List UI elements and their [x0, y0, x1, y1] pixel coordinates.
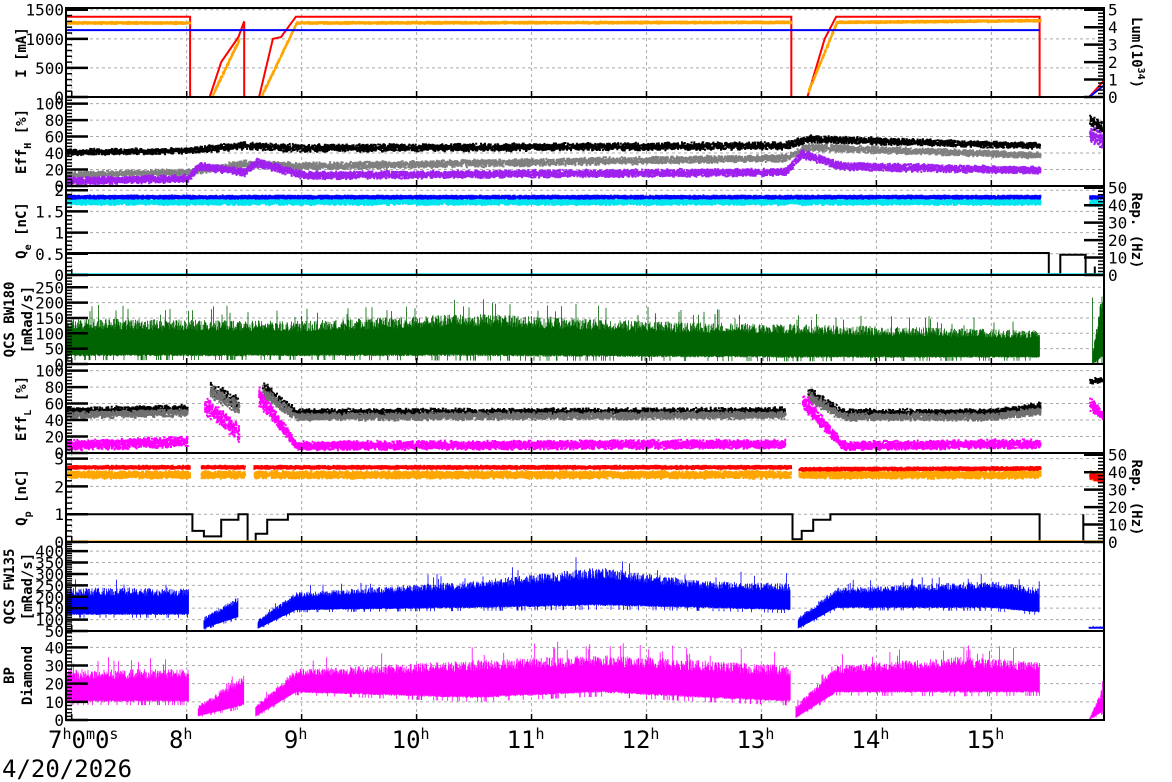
y-tick-label: 0.5 — [35, 245, 64, 264]
y-tick-label: 30 — [45, 657, 64, 676]
panel-fw135: 50100150200250300350400QCS FW135 [mRad/s] — [2, 542, 1104, 641]
x-tick-label: 7h0m0s — [48, 725, 118, 754]
panel-effh: 020406080100EffH [%] — [14, 95, 1106, 196]
y-tick-label: 1500 — [25, 1, 64, 20]
y-axis-label: Qp [nC] — [14, 469, 34, 526]
y-tick-label: 20 — [45, 161, 64, 180]
y-tick-label: 40 — [45, 638, 64, 657]
right-tick-label: 40 — [1108, 196, 1127, 215]
y-tick-label: 20 — [45, 675, 64, 694]
series-rep-rate-black — [66, 253, 1095, 274]
panel-frame — [66, 364, 1104, 453]
y-tick-label: 100 — [35, 95, 64, 114]
x-tick-label: 10h — [392, 725, 430, 754]
right-tick-label: 30 — [1108, 214, 1127, 233]
y-tick-label: 20 — [45, 428, 64, 447]
y-axis-label-line2: [mRad/s] — [20, 286, 36, 353]
panel-bw180: 050100150200250QCS BW180 [mRad/s] — [2, 275, 1104, 374]
right-tick-label: 30 — [1108, 481, 1127, 500]
y-tick-label: 60 — [45, 128, 64, 147]
right-tick-label: 50 — [1108, 179, 1127, 198]
y-axis-label-line2: [mRad/s] — [20, 553, 36, 620]
series-group — [66, 465, 1106, 542]
y-tick-label: 40 — [45, 144, 64, 163]
y-axis-label: QCS FW135 — [2, 549, 18, 625]
y-axis-label: EffH [%] — [14, 109, 34, 174]
panel-current: 050010001500I [mA]012345Lum(1034) — [14, 1, 1146, 107]
y-tick-label: 100 — [35, 362, 64, 381]
x-tick-label: 12h — [622, 725, 660, 754]
panel-diamond: 010203040BP Diamond — [2, 631, 1104, 730]
y-tick-label: 1 — [54, 224, 64, 243]
series-group — [66, 17, 1104, 97]
y-tick-label: 2 — [54, 477, 64, 496]
series-group — [66, 377, 1106, 451]
y-tick-label: 3 — [54, 450, 64, 469]
date-label: 4/20/2026 — [2, 755, 132, 782]
series-bp-diamond — [66, 642, 1104, 720]
series-group — [66, 642, 1104, 720]
series-group — [66, 115, 1106, 186]
series-rep-rate-black — [66, 514, 1083, 541]
right-axis-label: Lum(1034) — [1128, 17, 1146, 88]
y-axis-label: QCS BW180 — [2, 282, 18, 358]
y-tick-label: 1 — [54, 505, 64, 524]
x-tick-label: 15h — [966, 725, 1004, 754]
y-axis-label: EffL [%] — [14, 376, 34, 441]
series-ler-current — [66, 17, 1104, 97]
series-qp-orange — [66, 470, 1106, 482]
right-tick-label: 20 — [1108, 231, 1127, 250]
series-qcs-bw180 — [66, 297, 1104, 366]
right-tick-label: 3 — [1108, 36, 1118, 55]
series-qcs-fw135 — [66, 557, 1104, 629]
y-tick-label: 1000 — [25, 30, 64, 49]
right-tick-label: 5 — [1108, 1, 1118, 20]
panel-effl: 020406080100EffL [%] — [14, 362, 1106, 463]
x-tick-label: 8h — [169, 725, 192, 754]
x-tick-label: 14h — [851, 725, 889, 754]
panel-qp: 0123Qp [nC]01020304050Rep. (Hz) — [14, 446, 1144, 552]
y-tick-label: 40 — [45, 411, 64, 430]
y-tick-label: 500 — [35, 59, 64, 78]
right-tick-label: 4 — [1108, 18, 1118, 37]
series-group — [66, 195, 1106, 275]
y-axis-label-line2: Diamond — [20, 646, 36, 705]
right-tick-label: 0 — [1108, 266, 1118, 285]
right-tick-label: 10 — [1108, 249, 1127, 268]
y-tick-label: 250 — [35, 278, 64, 297]
chart: 050010001500I [mA]012345Lum(1034)0204060… — [0, 0, 1172, 782]
y-axis-label: I [mA] — [14, 27, 30, 78]
y-tick-label: 80 — [45, 111, 64, 130]
series-group — [66, 557, 1104, 629]
y-axis-label: BP — [2, 667, 18, 684]
x-tick-label: 11h — [507, 725, 545, 754]
x-tick-label: 13h — [736, 725, 774, 754]
y-tick-label: 400 — [35, 542, 64, 561]
right-tick-label: 50 — [1108, 446, 1127, 465]
y-axis-label: Qe [nC] — [14, 202, 34, 259]
y-tick-label: 10 — [45, 693, 64, 712]
right-tick-label: 2 — [1108, 53, 1118, 72]
right-tick-label: 20 — [1108, 498, 1127, 517]
right-tick-label: 0 — [1108, 88, 1118, 107]
right-tick-label: 1 — [1108, 71, 1118, 90]
right-tick-label: 40 — [1108, 463, 1127, 482]
y-tick-label: 80 — [45, 378, 64, 397]
y-tick-label: 60 — [45, 395, 64, 414]
x-tick-label: 9h — [284, 725, 307, 754]
panel-qe: 00.511.52Qe [nC]01020304050Rep. (Hz) — [14, 179, 1144, 285]
right-tick-label: 10 — [1108, 516, 1127, 535]
right-tick-label: 0 — [1108, 533, 1118, 552]
series-group — [66, 297, 1104, 366]
right-axis-label: Rep. (Hz) — [1128, 460, 1144, 536]
y-tick-label: 2 — [54, 181, 64, 200]
y-tick-label: 1.5 — [35, 202, 64, 221]
right-axis-label: Rep. (Hz) — [1128, 193, 1144, 269]
